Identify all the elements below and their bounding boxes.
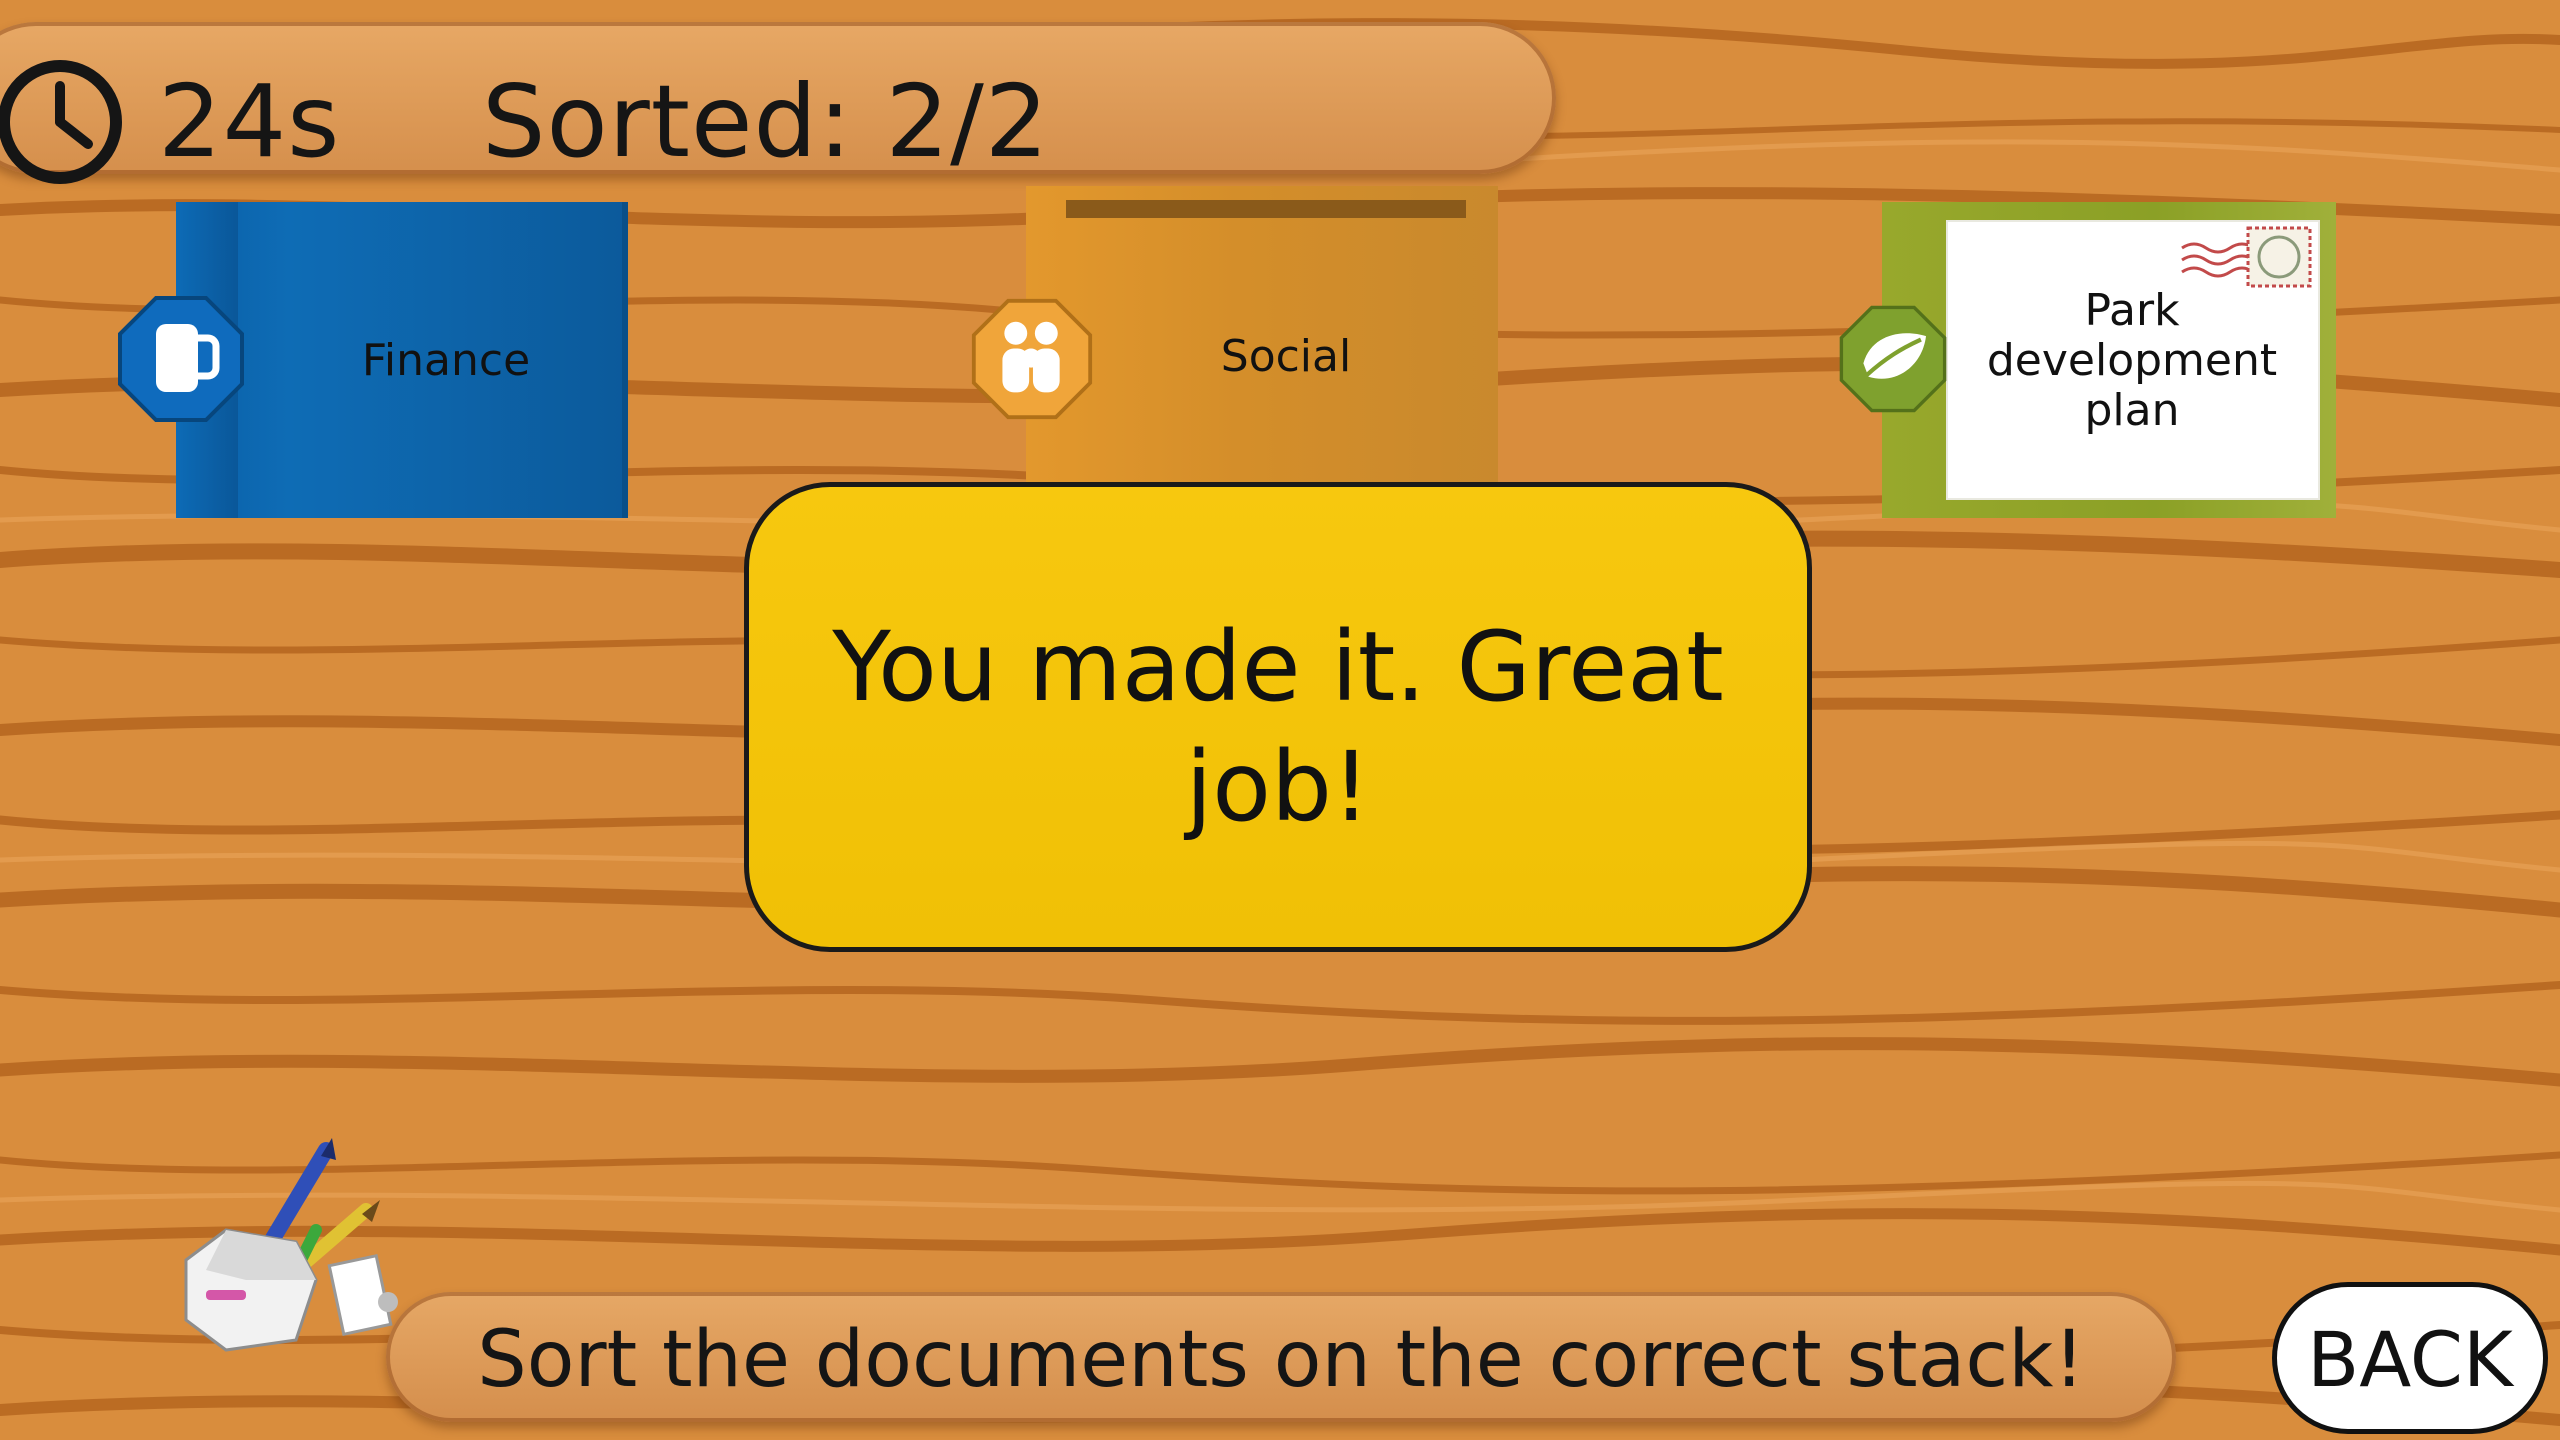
instruction-plank: Sort the documents on the correct stack! <box>386 1292 2176 1422</box>
success-message: You made it. Great job! <box>832 611 1724 843</box>
hud-plank: 24s Sorted: 2/2 <box>0 22 1556 184</box>
success-dialog: You made it. Great job! <box>744 482 1812 952</box>
folder-label: Social <box>1220 331 1352 382</box>
sorted-counter: Sorted: 2/2 <box>482 63 1050 180</box>
folder-environment[interactable]: Park development plan <box>1839 202 2336 518</box>
back-button[interactable]: BACK <box>2272 1282 2548 1434</box>
back-button-label: BACK <box>2307 1315 2513 1404</box>
instruction-text: Sort the documents on the correct stack! <box>477 1315 2085 1405</box>
mug-icon <box>118 296 244 422</box>
document-title: Park development plan <box>1986 285 2278 436</box>
folder-label: Finance <box>361 335 531 386</box>
timer-readout: 24s <box>158 63 341 180</box>
stamp-icon <box>2181 226 2312 288</box>
people-icon <box>971 298 1093 420</box>
pencil-holder-icon <box>184 1138 398 1352</box>
clock-icon <box>0 60 122 184</box>
leaf-icon <box>1839 305 1947 413</box>
folder-social[interactable]: Social <box>971 186 1498 524</box>
folder-finance[interactable]: Finance <box>118 202 628 518</box>
folder-lip <box>1066 200 1466 218</box>
